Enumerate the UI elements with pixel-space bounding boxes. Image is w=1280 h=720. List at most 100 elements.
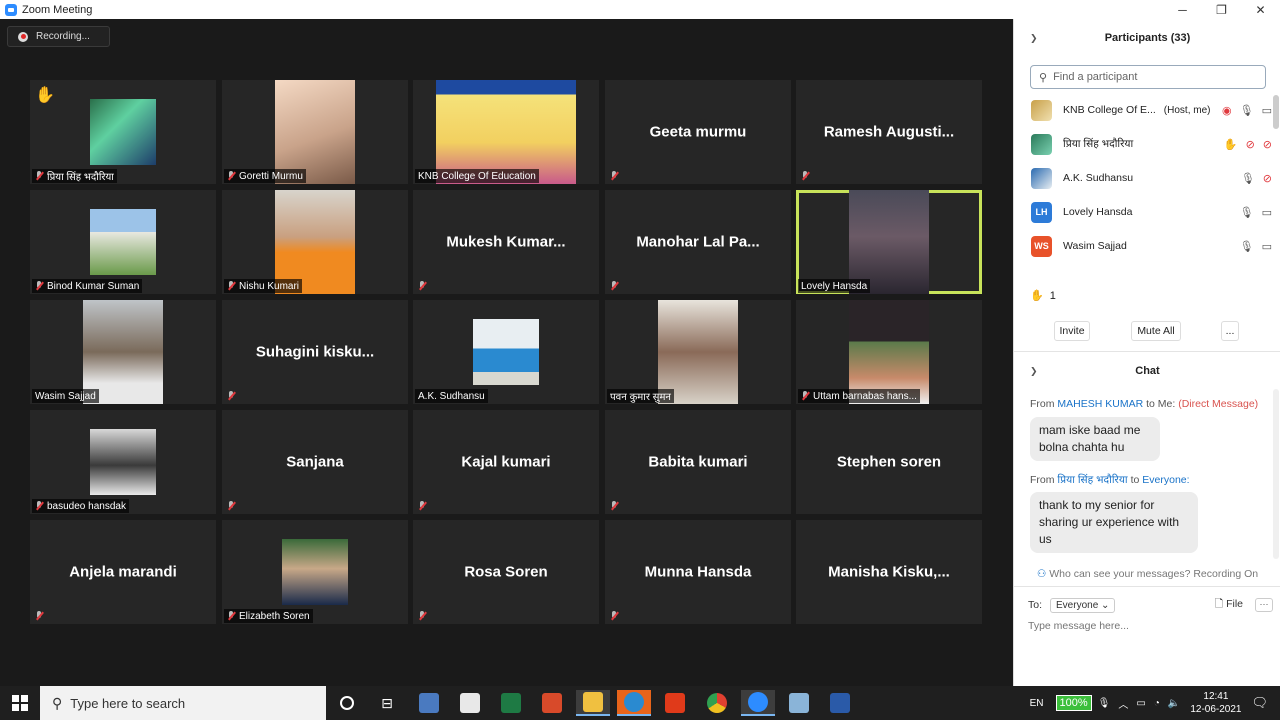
mic-icon[interactable]: 🎙 [1098, 698, 1111, 709]
video-tile[interactable]: Stephen soren [796, 410, 982, 514]
participant-search-input[interactable]: ⚲ Find a participant [1030, 65, 1266, 89]
video-tile[interactable]: A.K. Sudhansu [413, 300, 599, 404]
taskbar-app[interactable] [782, 690, 816, 716]
active-speaker-tile[interactable]: Lovely Hansda [796, 190, 982, 294]
raised-hand-icon: ✋ [35, 87, 55, 104]
taskbar-app[interactable] [700, 690, 734, 716]
start-button[interactable] [0, 686, 40, 720]
video-tile[interactable]: KNB College Of Education [413, 80, 599, 184]
video-camera-icon[interactable]: ▭ [1262, 104, 1272, 117]
video-tile[interactable]: Sanjana [222, 410, 408, 514]
chat-message-input[interactable] [1028, 620, 1268, 632]
video-tile[interactable]: Anjela marandi [30, 520, 216, 624]
video-tile[interactable]: Goretti Murmu [222, 80, 408, 184]
task-view-button[interactable]: ⊟ [370, 690, 404, 716]
participant-name: Manisha Kisku,... [828, 563, 950, 581]
minimize-button[interactable]: ─ [1163, 0, 1202, 19]
participant-row[interactable]: LH Lovely Hansda 🎙 ▭ [1014, 198, 1272, 226]
video-tile[interactable]: Suhagini kisku... [222, 300, 408, 404]
chevron-down-icon[interactable]: ❯ [1030, 33, 1038, 44]
taskbar-app[interactable] [453, 690, 487, 716]
participant-name: Munna Hansda [644, 563, 752, 581]
mic-icon[interactable]: 🎙 [1241, 172, 1255, 185]
video-off-icon[interactable]: ⊘ [1263, 138, 1272, 151]
close-button[interactable]: ✕ [1241, 0, 1280, 19]
video-tile[interactable]: Ramesh Augusti... [796, 80, 982, 184]
chat-scrollbar[interactable] [1273, 389, 1279, 559]
video-off-icon[interactable]: ⊘ [1263, 172, 1272, 185]
mute-all-button[interactable]: Mute All [1131, 321, 1181, 341]
video-tile[interactable]: Manohar Lal Pa... [605, 190, 791, 294]
video-tile[interactable]: Uttam barnabas hans... [796, 300, 982, 404]
video-tile[interactable]: Wasim Sajjad [30, 300, 216, 404]
message-visibility-info[interactable]: ⚇ Who can see your messages? Recording O… [1014, 568, 1280, 580]
mic-icon[interactable]: 🎙 [1240, 240, 1254, 253]
muted-mic-icon [610, 611, 618, 621]
avatar [1031, 133, 1052, 155]
volume-icon[interactable]: 🔈 [1168, 698, 1180, 709]
clock[interactable]: 12:41 12-06-2021 [1190, 690, 1241, 716]
video-tile[interactable]: basudeo hansdak [30, 410, 216, 514]
video-camera-icon[interactable]: ▭ [1262, 240, 1272, 253]
chat-sender[interactable]: प्रिया सिंह भदौरिया [1057, 474, 1127, 486]
cortana-button[interactable] [330, 690, 364, 716]
muted-mic-icon [418, 611, 426, 621]
video-tile[interactable]: पवन कुमार सुमन [605, 300, 791, 404]
chat-sender[interactable]: MAHESH KUMAR [1057, 398, 1143, 410]
taskbar-app[interactable] [823, 690, 857, 716]
participants-header: ❯ Participants (33) [1014, 28, 1280, 48]
video-tile[interactable]: ✋ प्रिया सिंह भदौरिया [30, 80, 216, 184]
chevron-up-icon[interactable]: ︿ [1118, 696, 1128, 711]
recording-indicator[interactable]: Recording... [7, 26, 110, 47]
video-tile[interactable]: Rosa Soren [413, 520, 599, 624]
language-indicator[interactable]: EN [1030, 698, 1044, 709]
avatar [1031, 167, 1052, 189]
recording-label: Recording... [36, 31, 90, 42]
participant-row[interactable]: A.K. Sudhansu 🎙 ⊘ [1014, 164, 1272, 192]
video-tile[interactable]: Nishu Kumari [222, 190, 408, 294]
participant-row[interactable]: KNB College Of E... (Host, me) ◉ 🎙 ▭ [1014, 96, 1272, 124]
video-tile[interactable]: Munna Hansda [605, 520, 791, 624]
battery-icon[interactable]: ▭ [1136, 698, 1145, 709]
avatar: LH [1031, 201, 1052, 223]
participant-row[interactable]: प्रिया सिंह भदौरिया ✋ ⊘ ⊘ [1014, 130, 1272, 158]
participant-video [90, 429, 156, 495]
chrome-icon [707, 693, 727, 713]
mic-icon[interactable]: 🎙 [1240, 206, 1254, 219]
participant-name: KNB College Of Education [418, 170, 536, 182]
battery-indicator[interactable]: 100% [1055, 695, 1092, 711]
invite-button[interactable]: Invite [1054, 321, 1090, 341]
video-tile[interactable]: Babita kumari [605, 410, 791, 514]
maximize-button[interactable]: ❐ [1202, 0, 1241, 19]
video-tile[interactable]: Binod Kumar Suman [30, 190, 216, 294]
mic-icon[interactable]: 🎙 [1240, 104, 1254, 117]
video-tile[interactable]: Manisha Kisku,... [796, 520, 982, 624]
office-icon [665, 693, 685, 713]
wifi-icon[interactable]: ◔ [1154, 698, 1160, 709]
taskbar-app[interactable] [658, 690, 692, 716]
participant-row[interactable]: WS Wasim Sajjad 🎙 ▭ [1014, 232, 1272, 260]
muted-mic-icon[interactable]: ⊘ [1246, 138, 1255, 151]
file-button[interactable]: 🗋 File [1215, 596, 1243, 614]
taskbar-search-input[interactable]: ⚲ Type here to search [40, 686, 326, 720]
video-camera-icon[interactable]: ▭ [1262, 206, 1272, 219]
video-tile[interactable]: Elizabeth Soren [222, 520, 408, 624]
taskbar-app[interactable] [535, 690, 569, 716]
chevron-down-icon[interactable]: ❯ [1030, 366, 1038, 377]
taskbar-app[interactable] [617, 690, 651, 716]
video-tile[interactable]: Mukesh Kumar... [413, 190, 599, 294]
taskbar-app[interactable] [494, 690, 528, 716]
participant-name: Kajal kumari [461, 453, 551, 471]
participant-name: Nishu Kumari [239, 280, 300, 292]
video-tile[interactable]: Kajal kumari [413, 410, 599, 514]
participants-scrollbar[interactable] [1273, 95, 1279, 129]
app-icon [542, 693, 562, 713]
notifications-icon[interactable]: 🗨 [1251, 695, 1268, 711]
more-button[interactable]: ... [1221, 321, 1239, 341]
taskbar-app[interactable] [741, 690, 775, 716]
taskbar-app[interactable] [576, 690, 610, 716]
recipient-select[interactable]: Everyone ⌄ [1050, 597, 1116, 613]
chat-more-button[interactable]: ··· [1255, 598, 1273, 612]
taskbar-app[interactable] [412, 690, 446, 716]
video-tile[interactable]: Geeta murmu [605, 80, 791, 184]
